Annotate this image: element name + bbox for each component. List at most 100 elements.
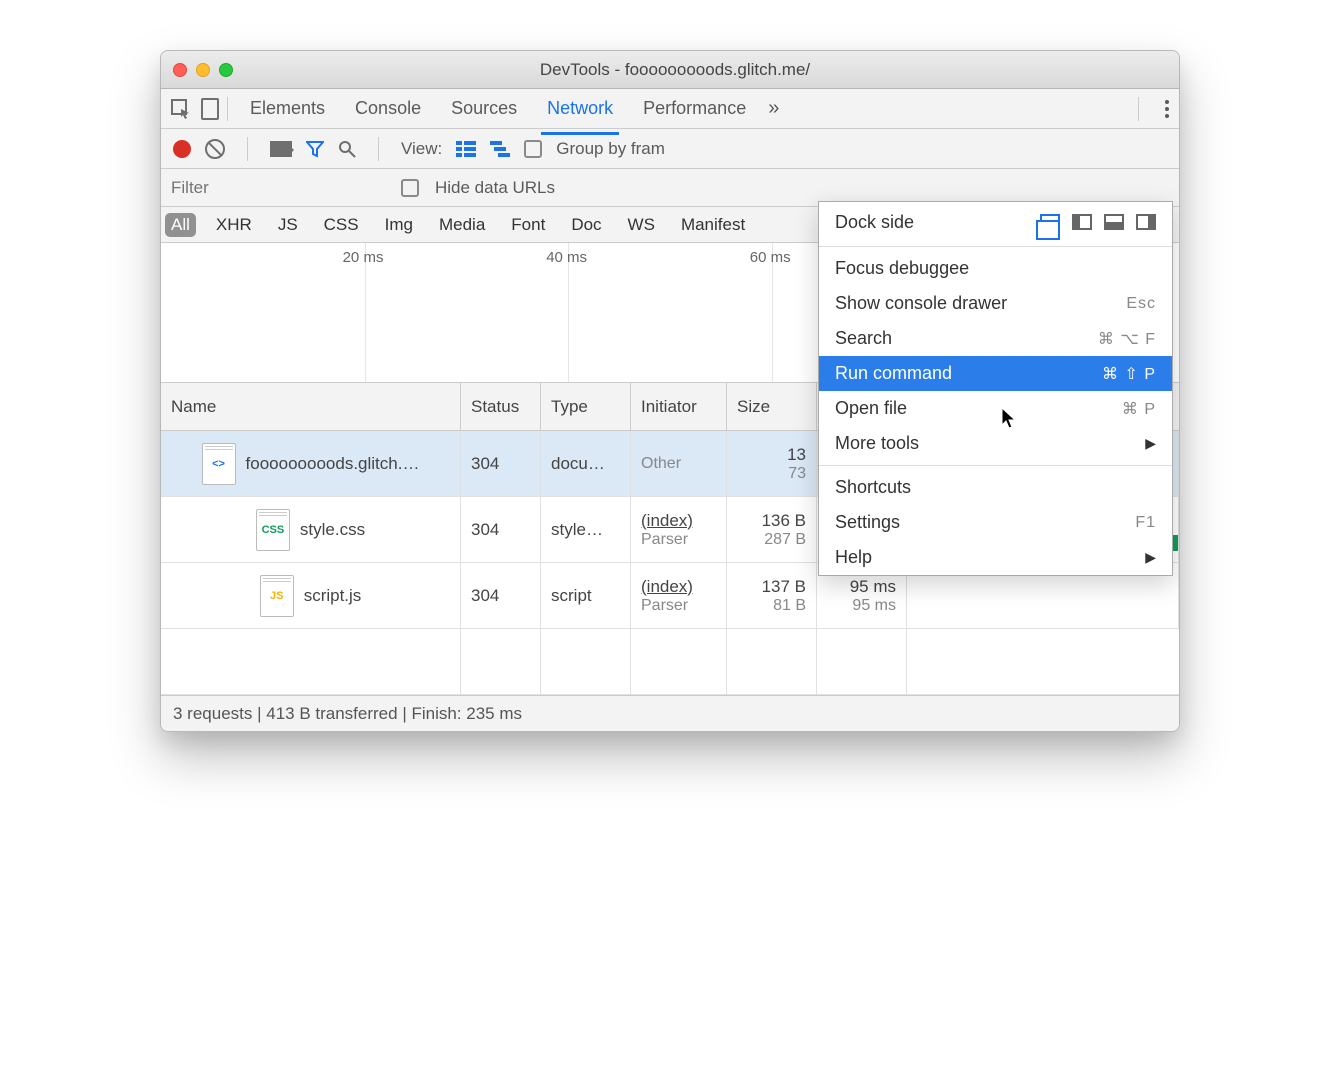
- timeline-tick: 40 ms: [546, 249, 587, 266]
- tab-elements[interactable]: Elements: [248, 90, 327, 127]
- menu-item-shortcuts[interactable]: Shortcuts: [819, 470, 1172, 505]
- tab-performance[interactable]: Performance: [641, 90, 748, 127]
- separator: [247, 137, 248, 161]
- type-filter-all[interactable]: All: [165, 213, 196, 237]
- menu-label: Show console drawer: [835, 293, 1007, 314]
- menu-item-help[interactable]: Help▶: [819, 540, 1172, 575]
- separator: [227, 97, 228, 121]
- inspect-element-icon[interactable]: [171, 99, 191, 119]
- type-filter-img[interactable]: Img: [379, 213, 419, 237]
- initiator-cell: (index)Parser: [631, 563, 727, 628]
- type-filter-media[interactable]: Media: [433, 213, 491, 237]
- file-js-icon: JS: [260, 575, 294, 617]
- main-menu-dropdown: Dock side Focus debuggee Show console dra…: [818, 201, 1173, 576]
- status-cell: 304: [461, 563, 541, 628]
- network-toolbar: View: Group by fram: [161, 129, 1179, 169]
- type-filter-ws[interactable]: WS: [622, 213, 661, 237]
- menu-item-run-command[interactable]: Run command⌘ ⇧ P: [819, 356, 1172, 391]
- col-name[interactable]: Name: [161, 383, 461, 430]
- mouse-cursor-icon: [1001, 407, 1019, 431]
- filter-icon[interactable]: [306, 140, 324, 158]
- separator: [378, 137, 379, 161]
- type-filter-xhr[interactable]: XHR: [210, 213, 258, 237]
- menu-separator: [819, 246, 1172, 247]
- hide-data-urls-label: Hide data URLs: [435, 178, 555, 198]
- status-cell: 304: [461, 497, 541, 562]
- file-name: style.css: [300, 520, 365, 540]
- maximize-icon[interactable]: [219, 63, 233, 77]
- type-cell: docu…: [541, 431, 631, 496]
- group-by-frame-label: Group by fram: [556, 139, 665, 159]
- close-icon[interactable]: [173, 63, 187, 77]
- search-icon[interactable]: [338, 140, 356, 158]
- status-text: 3 requests | 413 B transferred | Finish:…: [173, 704, 522, 724]
- screenshot-icon[interactable]: [270, 141, 292, 157]
- menu-label: More tools: [835, 433, 919, 454]
- record-icon[interactable]: [173, 140, 191, 158]
- file-css-icon: CSS: [256, 509, 290, 551]
- panel-tabs-bar: Elements Console Sources Network Performance…: [161, 89, 1179, 129]
- titlebar: DevTools - fooooooooods.glitch.me/: [161, 51, 1179, 89]
- type-filter-doc[interactable]: Doc: [565, 213, 607, 237]
- type-filter-css[interactable]: CSS: [318, 213, 365, 237]
- menu-item-focus-debuggee[interactable]: Focus debuggee: [819, 251, 1172, 286]
- menu-item-show-console-drawer[interactable]: Show console drawerEsc: [819, 286, 1172, 321]
- menu-label: Settings: [835, 512, 900, 533]
- menu-item-settings[interactable]: SettingsF1: [819, 505, 1172, 540]
- size-cell: 136 B287 B: [727, 497, 817, 562]
- dock-left-icon[interactable]: [1072, 214, 1092, 230]
- tab-console[interactable]: Console: [353, 90, 423, 127]
- minimize-icon[interactable]: [196, 63, 210, 77]
- large-rows-icon[interactable]: [456, 141, 476, 157]
- dock-bottom-icon[interactable]: [1104, 214, 1124, 230]
- window-title: DevTools - fooooooooods.glitch.me/: [233, 60, 1117, 80]
- kebab-menu-icon[interactable]: [1165, 100, 1169, 118]
- col-type[interactable]: Type: [541, 383, 631, 430]
- file-name: script.js: [304, 586, 362, 606]
- device-toolbar-icon[interactable]: [201, 98, 219, 120]
- menu-item-search[interactable]: Search⌘ ⌥ F: [819, 321, 1172, 356]
- view-label: View:: [401, 139, 442, 159]
- type-filter-font[interactable]: Font: [505, 213, 551, 237]
- size-cell: 137 B81 B: [727, 563, 817, 628]
- panel-tabs: Elements Console Sources Network Performance: [248, 90, 748, 127]
- type-filter-js[interactable]: JS: [272, 213, 304, 237]
- tab-sources[interactable]: Sources: [449, 90, 519, 127]
- menu-separator: [819, 465, 1172, 466]
- dock-side-label: Dock side: [835, 212, 914, 233]
- hide-data-urls-checkbox[interactable]: [401, 179, 419, 197]
- menu-label: Open file: [835, 398, 907, 419]
- dock-side-row: Dock side: [819, 202, 1172, 242]
- group-by-frame-checkbox[interactable]: [524, 140, 542, 158]
- menu-item-open-file[interactable]: Open file⌘ P: [819, 391, 1172, 426]
- window-controls: [173, 63, 233, 77]
- initiator-cell: Other: [631, 431, 727, 496]
- col-size[interactable]: Size: [727, 383, 817, 430]
- initiator-cell: (index)Parser: [631, 497, 727, 562]
- menu-item-more-tools[interactable]: More tools▶: [819, 426, 1172, 461]
- tab-network[interactable]: Network: [545, 90, 615, 127]
- menu-label: Help: [835, 547, 872, 568]
- col-status[interactable]: Status: [461, 383, 541, 430]
- type-filter-manifest[interactable]: Manifest: [675, 213, 751, 237]
- file-html-icon: <>: [202, 443, 236, 485]
- type-cell: style…: [541, 497, 631, 562]
- more-tabs-icon[interactable]: »: [768, 97, 779, 120]
- timeline-tick: 20 ms: [343, 249, 384, 266]
- col-initiator[interactable]: Initiator: [631, 383, 727, 430]
- waterfall-view-icon[interactable]: [490, 141, 510, 157]
- dock-undock-icon[interactable]: [1040, 214, 1060, 230]
- file-name: fooooooooods.glitch.…: [246, 454, 420, 474]
- menu-label: Focus debuggee: [835, 258, 969, 279]
- clear-icon[interactable]: [205, 139, 225, 159]
- status-cell: 304: [461, 431, 541, 496]
- separator: [1138, 97, 1139, 121]
- filter-input[interactable]: [165, 174, 385, 202]
- size-cell: 1373: [727, 431, 817, 496]
- menu-label: Run command: [835, 363, 952, 384]
- timeline-tick: 60 ms: [750, 249, 791, 266]
- dock-right-icon[interactable]: [1136, 214, 1156, 230]
- menu-label: Search: [835, 328, 892, 349]
- devtools-window: DevTools - fooooooooods.glitch.me/ Eleme…: [160, 50, 1180, 732]
- menu-label: Shortcuts: [835, 477, 911, 498]
